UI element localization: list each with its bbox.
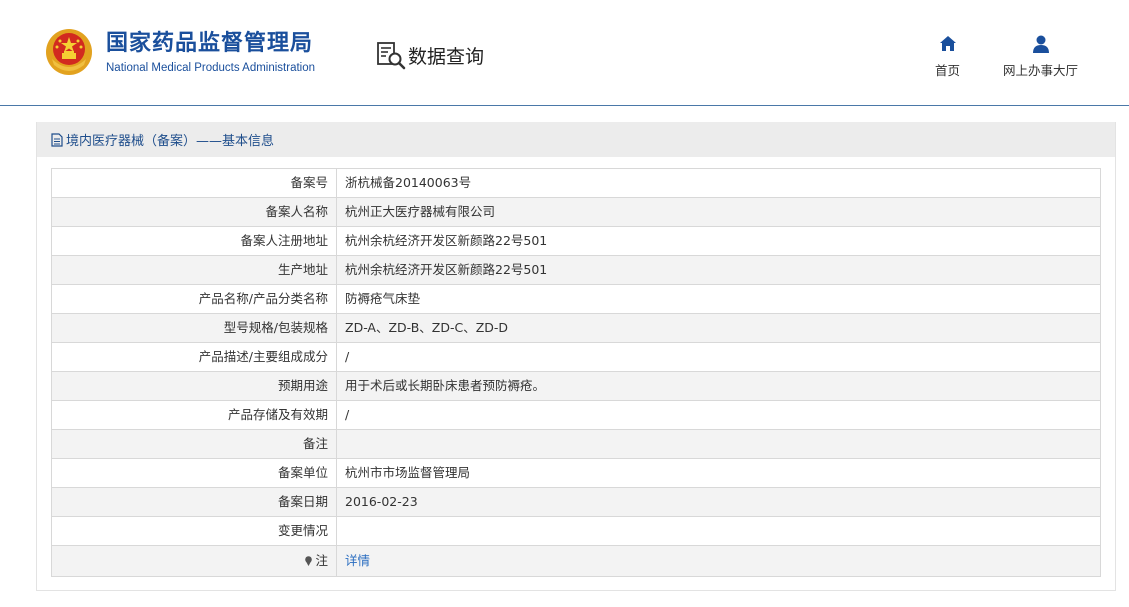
- panel-header: 境内医疗器械（备案）——基本信息: [37, 122, 1115, 157]
- nav-home-label: 首页: [935, 63, 961, 78]
- row-value: 浙杭械备20140063号: [336, 168, 1101, 198]
- table-row: 备案日期 2016-02-23: [51, 487, 1101, 517]
- row-value: /: [336, 342, 1101, 372]
- user-icon: [1032, 35, 1049, 53]
- org-name-cn: 国家药品监督管理局: [106, 31, 314, 56]
- row-label: 备案单位: [51, 458, 337, 488]
- row-value: 杭州市市场监督管理局: [336, 458, 1101, 488]
- row-label: 预期用途: [51, 371, 337, 401]
- row-value: 2016-02-23: [336, 487, 1101, 517]
- row-value: [336, 429, 1101, 459]
- table-row: 变更情况: [51, 516, 1101, 546]
- row-label: 产品名称/产品分类名称: [51, 284, 337, 314]
- row-label: 备案人注册地址: [51, 226, 337, 256]
- row-value: 用于术后或长期卧床患者预防褥疮。: [336, 371, 1101, 401]
- national-emblem-icon: [46, 29, 92, 75]
- row-label: 生产地址: [51, 255, 337, 285]
- nav-home[interactable]: 首页: [935, 34, 960, 79]
- document-search-icon: [377, 42, 406, 70]
- row-value: [336, 516, 1101, 546]
- nav-online-hall[interactable]: 网上办事大厅: [1003, 34, 1078, 79]
- panel-title: 境内医疗器械（备案）——基本信息: [66, 134, 275, 149]
- table-row: 备案人名称 杭州正大医疗器械有限公司: [51, 197, 1101, 227]
- site-logo[interactable]: 国家药品监督管理局 National Medical Products Admi…: [44, 27, 315, 77]
- org-name-en: National Medical Products Administration: [106, 62, 316, 74]
- row-value: 杭州余杭经济开发区新颜路22号501: [336, 226, 1101, 256]
- table-row: 备案单位 杭州市市场监督管理局: [51, 458, 1101, 488]
- row-label: 注: [315, 553, 328, 568]
- home-icon: [939, 36, 956, 51]
- row-value: /: [336, 400, 1101, 430]
- table-row: 备注: [51, 429, 1101, 459]
- nav-online-hall-label: 网上办事大厅: [1003, 63, 1079, 78]
- row-label: 备案人名称: [51, 197, 337, 227]
- document-icon: [51, 132, 63, 147]
- data-query-title: 数据查询: [376, 40, 484, 70]
- info-table: 备案号 浙杭械备20140063号 备案人名称 杭州正大医疗器械有限公司 备案人…: [51, 168, 1101, 577]
- table-row: 产品名称/产品分类名称 防褥疮气床垫: [51, 284, 1101, 314]
- row-label: 备注: [51, 429, 337, 459]
- row-value: 详情: [336, 545, 1101, 577]
- section-title: 数据查询: [408, 45, 485, 68]
- row-label: 型号规格/包装规格: [51, 313, 337, 343]
- info-panel: 境内医疗器械（备案）——基本信息 备案号 浙杭械备20140063号 备案人名称…: [36, 122, 1116, 591]
- table-row: 预期用途 用于术后或长期卧床患者预防褥疮。: [51, 371, 1101, 401]
- row-value: 杭州余杭经济开发区新颜路22号501: [336, 255, 1101, 285]
- details-link[interactable]: 详情: [345, 553, 370, 568]
- table-row: 产品描述/主要组成成分 /: [51, 342, 1101, 372]
- row-value: 防褥疮气床垫: [336, 284, 1101, 314]
- pin-icon: [305, 556, 313, 566]
- note-label-cell: 注: [51, 545, 337, 577]
- table-row: 产品存储及有效期 /: [51, 400, 1101, 430]
- table-row: 备案号 浙杭械备20140063号: [51, 168, 1101, 198]
- row-label: 变更情况: [51, 516, 337, 546]
- row-label: 备案日期: [51, 487, 337, 517]
- table-row: 备案人注册地址 杭州余杭经济开发区新颜路22号501: [51, 226, 1101, 256]
- row-label: 产品存储及有效期: [51, 400, 337, 430]
- table-row: 型号规格/包装规格 ZD-A、ZD-B、ZD-C、ZD-D: [51, 313, 1101, 343]
- row-label: 备案号: [51, 168, 337, 198]
- row-value: 杭州正大医疗器械有限公司: [336, 197, 1101, 227]
- row-value: ZD-A、ZD-B、ZD-C、ZD-D: [336, 313, 1101, 343]
- site-header: 国家药品监督管理局 National Medical Products Admi…: [0, 0, 1129, 106]
- table-row: 生产地址 杭州余杭经济开发区新颜路22号501: [51, 255, 1101, 285]
- table-row: 注 详情: [51, 545, 1101, 577]
- row-label: 产品描述/主要组成成分: [51, 342, 337, 372]
